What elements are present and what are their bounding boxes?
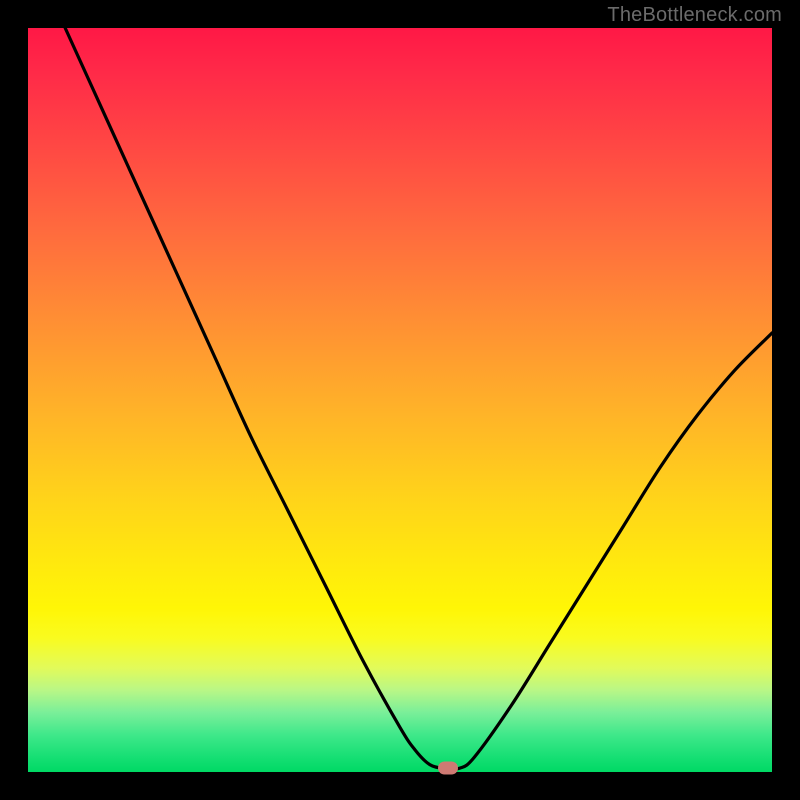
optimal-point-marker <box>438 762 458 775</box>
chart-frame: TheBottleneck.com <box>0 0 800 800</box>
watermark-text: TheBottleneck.com <box>607 4 782 27</box>
bottleneck-curve <box>28 28 772 772</box>
plot-area <box>28 28 772 772</box>
